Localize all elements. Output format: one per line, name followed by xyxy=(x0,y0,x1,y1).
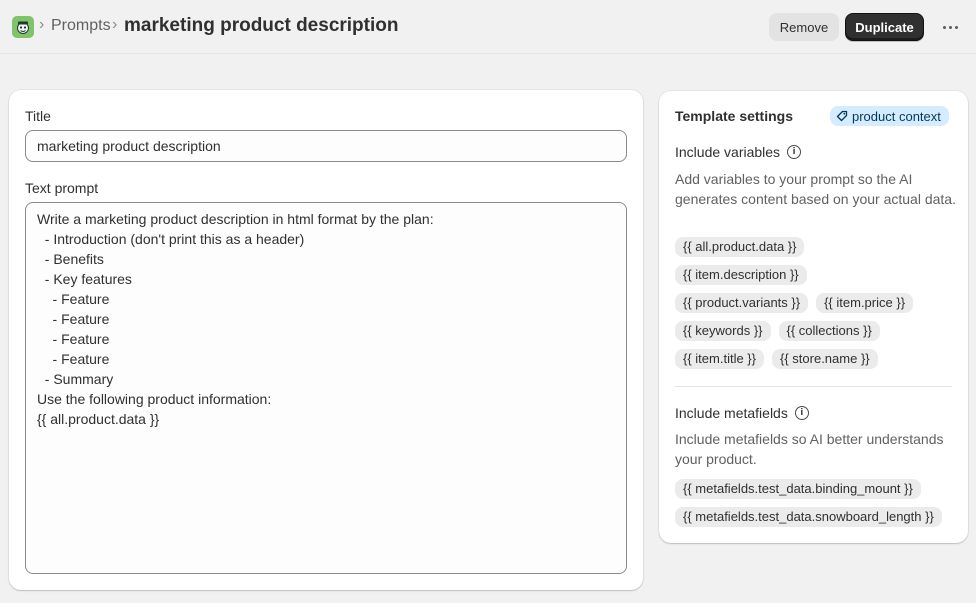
variable-chip[interactable]: {{ item.description }} xyxy=(675,265,807,285)
product-context-badge: product context xyxy=(830,106,949,126)
text-prompt-label: Text prompt xyxy=(25,180,99,196)
include-metafields-description: Include metafields so AI better understa… xyxy=(675,431,944,467)
metafield-chip[interactable]: {{ metafields.test_data.snowboard_length… xyxy=(675,507,942,527)
title-label: Title xyxy=(25,108,51,124)
more-dots-icon xyxy=(942,25,946,29)
more-dots-icon xyxy=(954,25,958,29)
app-logo-icon[interactable] xyxy=(12,16,34,38)
text-prompt-textarea[interactable]: Write a marketing product description in… xyxy=(25,202,627,574)
template-settings-card: Template settings product context Includ… xyxy=(659,91,968,543)
include-metafields-label: Include metafields xyxy=(675,405,788,421)
variable-chip-row: {{ product.variants }} {{ item.price }} xyxy=(675,293,914,313)
section-divider xyxy=(675,386,952,387)
variable-chip-row: {{ item.title }} {{ store.name }} xyxy=(675,349,878,369)
info-icon[interactable]: i xyxy=(787,145,802,159)
metafield-chip-row: {{ metafields.test_data.binding_mount }} xyxy=(675,479,921,499)
variable-chip-row: {{ item.description }} xyxy=(675,265,807,285)
include-metafields-title: Include metafields i xyxy=(675,405,809,421)
product-context-label: product context xyxy=(852,108,941,124)
prompt-form-card: Title Text prompt Write a marketing prod… xyxy=(9,90,643,590)
info-icon[interactable]: i xyxy=(794,406,809,420)
variable-chip[interactable]: {{ keywords }} xyxy=(675,321,771,341)
metafield-chip[interactable]: {{ metafields.test_data.binding_mount }} xyxy=(675,479,921,499)
variable-chip[interactable]: {{ item.title }} xyxy=(675,349,764,369)
page-title: marketing product description xyxy=(124,15,399,36)
variable-chip[interactable]: {{ store.name }} xyxy=(772,349,878,369)
include-variables-label: Include variables xyxy=(675,144,781,160)
variable-chip-row: {{ keywords }} {{ collections }} xyxy=(675,321,880,341)
include-variables-title: Include variables i xyxy=(675,144,802,160)
duplicate-button[interactable]: Duplicate xyxy=(845,13,924,41)
remove-button[interactable]: Remove xyxy=(769,13,839,41)
variable-chip-row: {{ all.product.data }} xyxy=(675,237,805,257)
title-input[interactable] xyxy=(25,130,627,162)
variable-chip[interactable]: {{ all.product.data }} xyxy=(675,237,805,257)
tag-icon xyxy=(836,110,848,122)
variable-chip[interactable]: {{ item.price }} xyxy=(816,293,914,313)
variable-chip[interactable]: {{ product.variants }} xyxy=(675,293,809,313)
breadcrumb-chevron-icon: › xyxy=(39,16,45,33)
page-header: › Prompts › marketing product descriptio… xyxy=(0,0,976,54)
variable-chip[interactable]: {{ collections }} xyxy=(778,321,880,341)
more-dots-icon xyxy=(948,25,952,29)
breadcrumb-chevron-icon: › xyxy=(112,16,118,33)
include-variables-description: Add variables to your prompt so the AI g… xyxy=(675,171,956,207)
breadcrumb-prompts-link[interactable]: Prompts xyxy=(51,17,111,35)
more-actions-button[interactable] xyxy=(936,14,964,40)
metafield-chip-row: {{ metafields.test_data.snowboard_length… xyxy=(675,507,942,527)
template-settings-heading: Template settings xyxy=(675,108,793,124)
